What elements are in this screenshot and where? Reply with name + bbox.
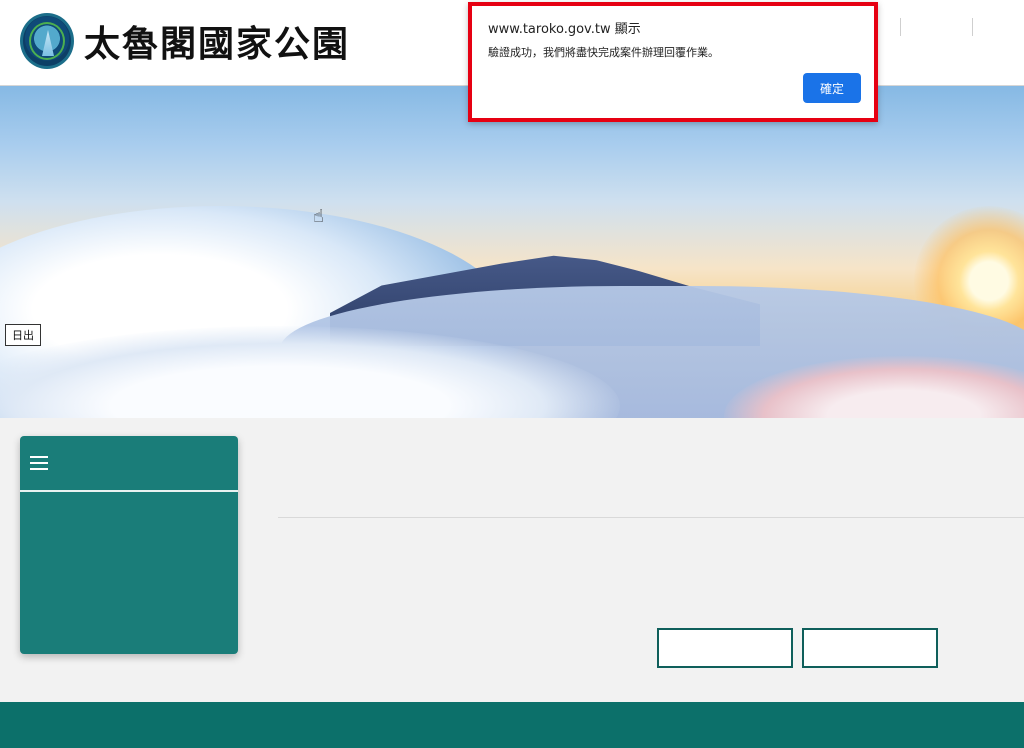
- side-menu-panel: [20, 436, 238, 654]
- dialog-ok-button[interactable]: 確定: [803, 73, 861, 103]
- nav-divider: [972, 18, 973, 36]
- site-title: 太魯閣國家公園: [83, 23, 350, 65]
- content-divider: [278, 517, 1024, 518]
- nav-divider: [900, 18, 901, 36]
- action-button-1[interactable]: [657, 628, 793, 668]
- side-menu-header: [20, 436, 238, 492]
- hand-pointer-icon: ☝: [313, 206, 324, 227]
- time-badge: 日出: [5, 324, 41, 346]
- alert-dialog: www.taroko.gov.tw 顯示 驗證成功，我們將盡快完成案件辦理回覆作…: [468, 2, 878, 122]
- dialog-title: www.taroko.gov.tw 顯示: [488, 22, 641, 37]
- site-logo-link[interactable]: 太魯閣國家公園: [20, 10, 350, 72]
- action-button-2[interactable]: [802, 628, 938, 668]
- hamburger-icon[interactable]: [30, 456, 48, 470]
- park-emblem-icon: [20, 13, 74, 69]
- dialog-message: 驗證成功，我們將盡快完成案件辦理回覆作業。: [488, 46, 719, 59]
- hero-banner: 日出 ☝: [0, 86, 1024, 418]
- footer-bar: [0, 702, 1024, 748]
